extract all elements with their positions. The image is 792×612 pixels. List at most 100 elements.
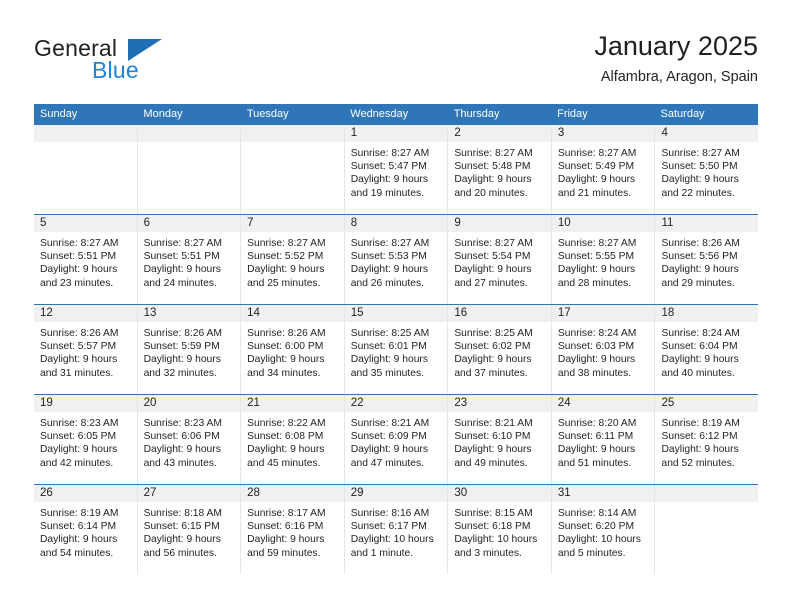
day-cell[interactable]: 3 Sunrise: 8:27 AM Sunset: 5:49 PM Daylight… [551, 125, 656, 214]
daylight-text-line1: Daylight: 9 hours [143, 444, 221, 456]
day-number: 25 [661, 397, 675, 409]
daylight-text-line1: Daylight: 9 hours [557, 354, 636, 366]
day-cell[interactable]: 31 Sunrise: 8:14 AM Sunset: 6:20 PM Dayligh… [551, 485, 656, 574]
sunset-text: Sunset: 5:51 PM [40, 251, 117, 263]
day-number: 30 [454, 487, 468, 499]
daylight-text-line2: and 56 minutes. [143, 547, 217, 559]
day-number: 4 [661, 127, 668, 139]
sunrise-text: Sunrise: 8:27 AM [557, 238, 637, 249]
daylight-text-line1: Daylight: 9 hours [350, 444, 429, 456]
sunset-text: Sunset: 6:10 PM [454, 431, 531, 443]
daylight-text-line2: and 37 minutes. [454, 367, 528, 379]
day-cell[interactable]: 28 Sunrise: 8:17 AM Sunset: 6:16 PM Dayligh… [241, 485, 345, 574]
day-number: 28 [247, 487, 260, 499]
day-cell-empty [137, 125, 242, 214]
daylight-text-line1: Daylight: 9 hours [454, 354, 532, 366]
day-number-strip: 10 [551, 215, 655, 233]
day-cell[interactable]: 9 Sunrise: 8:27 AM Sunset: 5:54 PM Daylight… [448, 215, 552, 304]
day-number-strip: 30 [448, 485, 551, 503]
daylight-text-line1: Daylight: 9 hours [661, 354, 739, 366]
day-cell[interactable]: 29 Sunrise: 8:16 AM Sunset: 6:17 PM Dayligh… [344, 485, 449, 574]
day-sun-info: Sunrise: 8:15 AM Sunset: 6:18 PM Daylight:… [448, 503, 551, 560]
calendar-week-inner: 26 Sunrise: 8:19 AM Sunset: 6:14 PM Dayligh… [34, 485, 759, 574]
sunset-text: Sunset: 6:06 PM [143, 431, 220, 443]
day-cell[interactable]: 23 Sunrise: 8:21 AM Sunset: 6:10 PM Dayligh… [448, 395, 552, 484]
day-cell[interactable]: 17 Sunrise: 8:24 AM Sunset: 6:03 PM Dayligh… [551, 305, 656, 394]
daylight-text-line1: Daylight: 9 hours [454, 264, 532, 276]
day-cell[interactable]: 7 Sunrise: 8:27 AM Sunset: 5:52 PM Daylight… [241, 215, 345, 304]
sunrise-text: Sunrise: 8:17 AM [247, 508, 326, 519]
day-cell[interactable]: 10 Sunrise: 8:27 AM Sunset: 5:55 PM Dayligh… [551, 215, 656, 304]
day-cell[interactable]: 25 Sunrise: 8:19 AM Sunset: 6:12 PM Dayligh… [655, 395, 759, 484]
calendar-week-inner: 12 Sunrise: 8:26 AM Sunset: 5:57 PM Dayligh… [34, 305, 759, 394]
sunset-text: Sunset: 5:55 PM [557, 251, 635, 263]
day-cell[interactable]: 16 Sunrise: 8:25 AM Sunset: 6:02 PM Dayligh… [448, 305, 552, 394]
weekday-header-wednesday: Wednesday [350, 108, 409, 120]
day-cell[interactable]: 13 Sunrise: 8:26 AM Sunset: 5:59 PM Dayligh… [137, 305, 242, 394]
weekday-header-tuesday: Tuesday [246, 108, 289, 120]
day-sun-info: Sunrise: 8:27 AM Sunset: 5:54 PM Daylight:… [448, 233, 551, 290]
day-cell[interactable]: 24 Sunrise: 8:20 AM Sunset: 6:11 PM Dayligh… [551, 395, 656, 484]
day-cell[interactable]: 18 Sunrise: 8:24 AM Sunset: 6:04 PM Dayligh… [655, 305, 759, 394]
day-cell[interactable]: 26 Sunrise: 8:19 AM Sunset: 6:14 PM Dayligh… [34, 485, 138, 574]
sunset-text: Sunset: 6:20 PM [557, 521, 635, 533]
day-cell[interactable]: 19 Sunrise: 8:23 AM Sunset: 6:05 PM Dayligh… [34, 395, 138, 484]
day-sun-info: Sunrise: 8:19 AM Sunset: 6:12 PM Daylight:… [655, 413, 758, 470]
sunrise-text: Sunrise: 8:22 AM [247, 418, 326, 429]
day-cell[interactable]: 21 Sunrise: 8:22 AM Sunset: 6:08 PM Dayligh… [241, 395, 345, 484]
day-cell[interactable]: 6 Sunrise: 8:27 AM Sunset: 5:51 PM Daylight… [137, 215, 242, 304]
sunset-text: Sunset: 6:14 PM [40, 521, 117, 533]
day-cell[interactable]: 14 Sunrise: 8:26 AM Sunset: 6:00 PM Dayligh… [241, 305, 345, 394]
sunset-text: Sunset: 5:57 PM [40, 341, 117, 353]
daylight-text-line1: Daylight: 9 hours [143, 534, 221, 546]
day-cell[interactable]: 30 Sunrise: 8:15 AM Sunset: 6:18 PM Dayligh… [448, 485, 552, 574]
day-cell[interactable]: 20 Sunrise: 8:23 AM Sunset: 6:06 PM Dayligh… [137, 395, 242, 484]
calendar-page: General Blue January 2025 Alfambra, Arag… [0, 0, 792, 612]
day-number: 11 [661, 217, 674, 229]
daylight-text-line2: and 28 minutes. [557, 277, 632, 289]
day-cell[interactable]: 15 Sunrise: 8:25 AM Sunset: 6:01 PM Dayligh… [344, 305, 449, 394]
day-cell-empty [655, 485, 759, 574]
calendar-week-row: 26 Sunrise: 8:19 AM Sunset: 6:14 PM Dayligh… [34, 484, 759, 574]
day-sun-info: Sunrise: 8:27 AM Sunset: 5:52 PM Daylight:… [241, 233, 344, 290]
sunset-text: Sunset: 5:52 PM [247, 251, 324, 263]
day-cell[interactable]: 11 Sunrise: 8:26 AM Sunset: 5:56 PM Dayligh… [655, 215, 759, 304]
day-sun-info: Sunrise: 8:27 AM Sunset: 5:53 PM Daylight:… [345, 233, 448, 290]
day-sun-info: Sunrise: 8:17 AM Sunset: 6:16 PM Daylight:… [241, 503, 344, 560]
sunrise-text: Sunrise: 8:24 AM [661, 328, 740, 339]
day-number-strip: 6 [137, 215, 241, 233]
day-cell[interactable]: 12 Sunrise: 8:26 AM Sunset: 5:57 PM Dayligh… [34, 305, 138, 394]
page-title: January 2025 [594, 31, 758, 61]
day-number-strip: 31 [551, 485, 655, 503]
day-cell[interactable]: 8 Sunrise: 8:27 AM Sunset: 5:53 PM Daylight… [344, 215, 449, 304]
day-number: 27 [143, 487, 157, 499]
daylight-text-line2: and 40 minutes. [661, 367, 735, 379]
daylight-text-line2: and 59 minutes. [247, 547, 321, 559]
day-number-strip: 2 [448, 125, 551, 143]
sunrise-text: Sunrise: 8:26 AM [40, 328, 119, 339]
sunset-text: Sunset: 6:09 PM [350, 431, 427, 443]
day-cell[interactable]: 2 Sunrise: 8:27 AM Sunset: 5:48 PM Daylight… [448, 125, 552, 214]
day-number: 29 [350, 487, 364, 499]
sunset-text: Sunset: 6:12 PM [661, 431, 738, 443]
sunrise-text: Sunrise: 8:19 AM [40, 508, 119, 519]
daylight-text-line1: Daylight: 9 hours [661, 264, 739, 276]
calendar-week-row: 12 Sunrise: 8:26 AM Sunset: 5:57 PM Dayligh… [34, 304, 759, 394]
day-sun-info: Sunrise: 8:23 AM Sunset: 6:06 PM Daylight:… [138, 413, 241, 470]
sunset-text: Sunset: 5:59 PM [143, 341, 220, 353]
day-number: 7 [247, 217, 254, 229]
day-number: 23 [454, 397, 468, 409]
sunrise-text: Sunrise: 8:25 AM [454, 328, 533, 339]
day-number: 31 [557, 487, 571, 499]
day-cell[interactable]: 4 Sunrise: 8:27 AM Sunset: 5:50 PM Daylight… [655, 125, 759, 214]
daylight-text-line1: Daylight: 9 hours [40, 354, 118, 366]
day-cell[interactable]: 1 Sunrise: 8:27 AM Sunset: 5:47 PM Daylight… [344, 125, 449, 214]
day-cell[interactable]: 5 Sunrise: 8:27 AM Sunset: 5:51 PM Daylight… [34, 215, 138, 304]
day-number-strip: 1 [344, 125, 448, 143]
calendar-week-row: 1 Sunrise: 8:27 AM Sunset: 5:47 PM Daylight… [34, 125, 759, 214]
day-sun-info: Sunrise: 8:27 AM Sunset: 5:51 PM Daylight:… [34, 233, 137, 290]
weekday-header-row: Sunday Monday Tuesday Wednesday Thursday… [34, 104, 758, 125]
day-cell[interactable]: 22 Sunrise: 8:21 AM Sunset: 6:09 PM Dayligh… [344, 395, 449, 484]
day-cell[interactable]: 27 Sunrise: 8:18 AM Sunset: 6:15 PM Dayligh… [137, 485, 242, 574]
weekday-header-monday: Monday [143, 108, 183, 120]
